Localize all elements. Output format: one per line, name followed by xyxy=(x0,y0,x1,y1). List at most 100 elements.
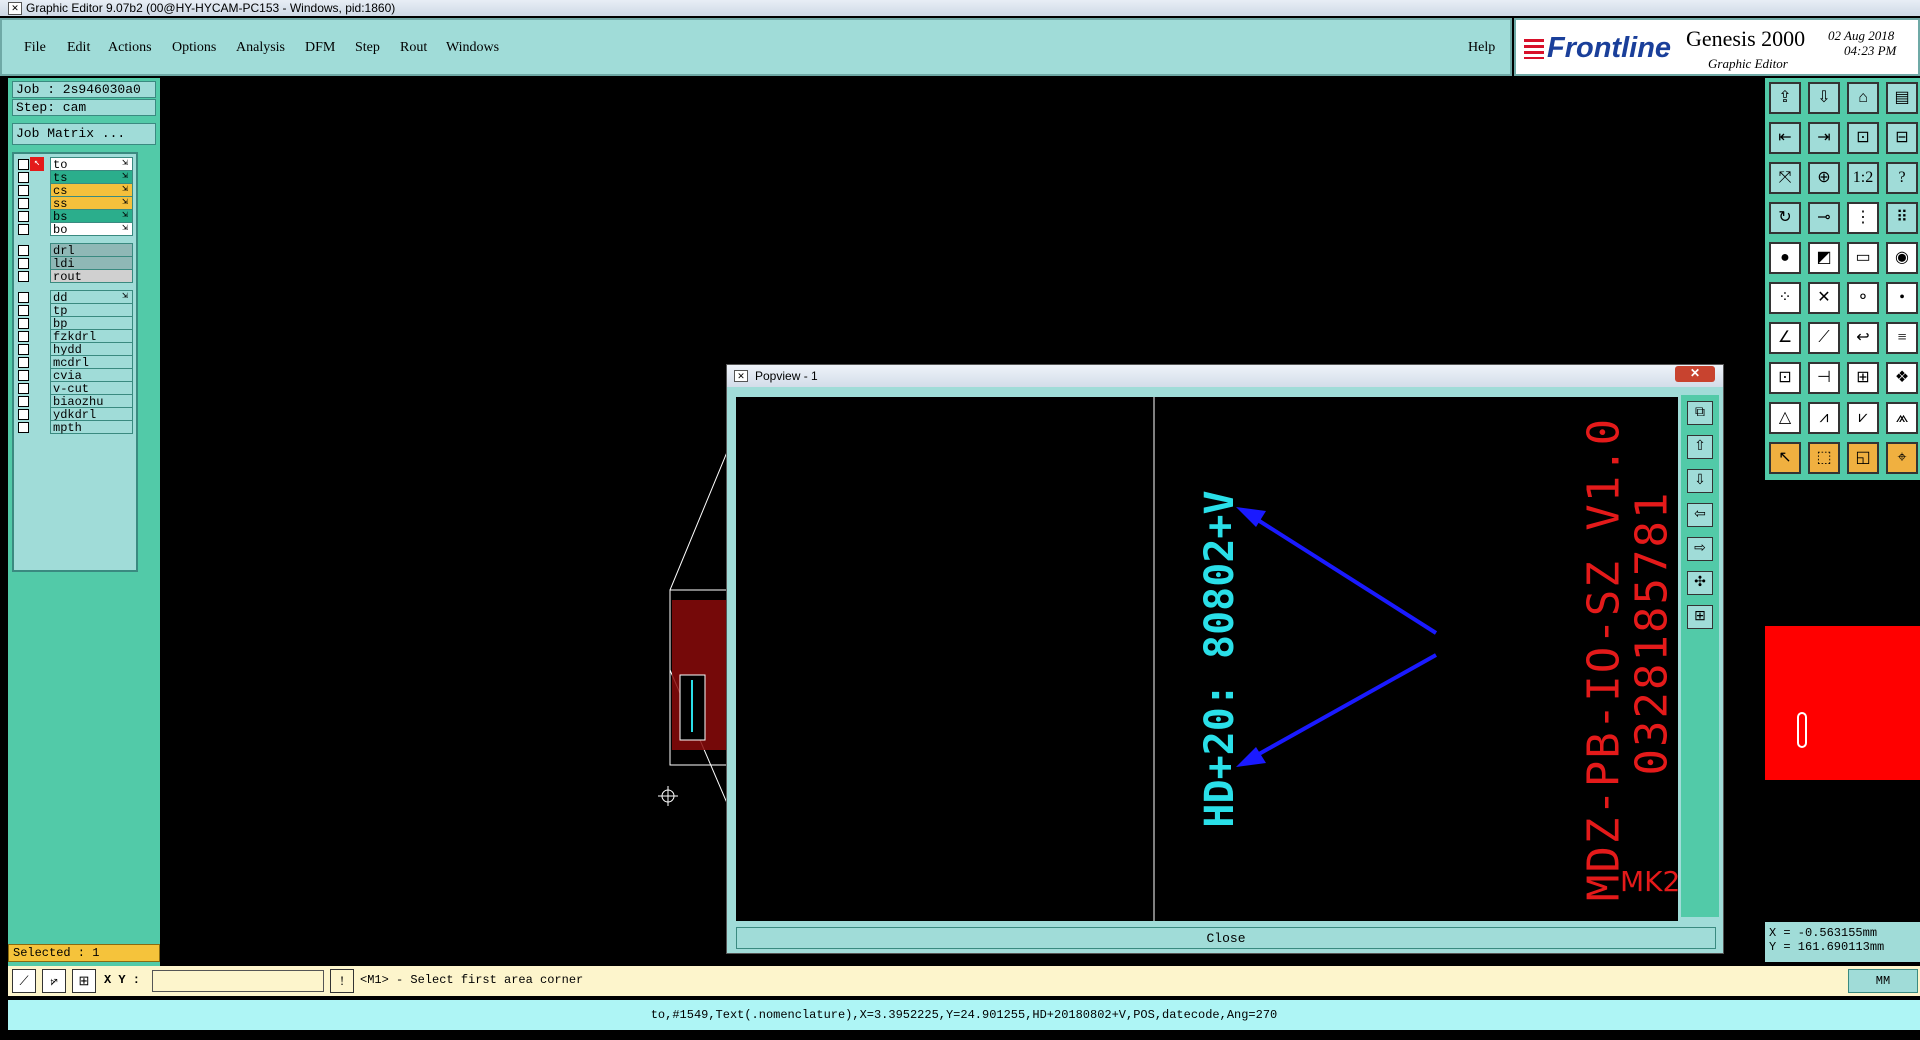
layer-name[interactable]: dd xyxy=(50,290,133,305)
table-icon[interactable]: ▤ xyxy=(1886,82,1918,114)
layer-name[interactable]: hydd xyxy=(50,342,133,357)
menu-actions[interactable]: Actions xyxy=(108,40,152,56)
popview-canvas[interactable]: HD+20: 80802+V MDZ-PB-IO-SZ V1.0 0328185… xyxy=(736,397,1678,921)
layer-name[interactable]: v-cut xyxy=(50,381,133,396)
measure-icon[interactable]: ⦬ xyxy=(42,969,66,993)
cross-icon[interactable]: ✕ xyxy=(1808,282,1840,314)
import-icon[interactable]: ⇪ xyxy=(1769,82,1801,114)
layer-checkbox[interactable] xyxy=(18,224,29,235)
layer-checkbox[interactable] xyxy=(18,211,29,222)
layer-row-rout[interactable]: rout xyxy=(14,269,136,284)
xy-input[interactable] xyxy=(152,970,324,992)
fit-icon[interactable]: ⤧ xyxy=(1769,162,1801,194)
layer-checkbox[interactable] xyxy=(18,258,29,269)
arc-icon[interactable]: ↩ xyxy=(1847,322,1879,354)
menu-dfm[interactable]: DFM xyxy=(305,40,335,56)
layer-right-icon[interactable]: ⇥ xyxy=(1808,122,1840,154)
node-icon[interactable]: ⚬ xyxy=(1847,282,1879,314)
layer-name[interactable]: tp xyxy=(50,303,133,318)
layer-checkbox[interactable] xyxy=(18,422,29,433)
trim-icon[interactable]: ⊣ xyxy=(1808,362,1840,394)
layer-checkbox[interactable] xyxy=(18,370,29,381)
layer-name[interactable]: cvia xyxy=(50,368,133,383)
layer-checkbox[interactable] xyxy=(18,292,29,303)
layer-checkbox[interactable] xyxy=(18,172,29,183)
menu-help[interactable]: Help xyxy=(1468,40,1495,56)
layer-name[interactable]: biaozhu xyxy=(50,394,133,409)
zoom-back-icon[interactable]: ⊡ xyxy=(1847,122,1879,154)
layer-name[interactable]: rout xyxy=(50,269,133,284)
menu-file[interactable]: File xyxy=(24,40,46,56)
layer-name[interactable]: ss xyxy=(50,196,133,211)
pv-pan-right-icon[interactable]: ⇨ xyxy=(1687,537,1713,561)
layer-checkbox[interactable] xyxy=(18,305,29,316)
add-pad-icon[interactable]: ● xyxy=(1769,242,1801,274)
nomenclature-text-cyan[interactable]: HD+20: 80802+V xyxy=(1197,490,1243,827)
home-icon[interactable]: ⌂ xyxy=(1847,82,1879,114)
snap-icon[interactable]: ⟋ xyxy=(12,969,36,993)
layer-row-bo[interactable]: bo ⇲ xyxy=(14,222,136,237)
pv-zoom-fit-icon[interactable]: ⊞ xyxy=(1687,605,1713,629)
select-box-icon[interactable]: ⬚ xyxy=(1808,442,1840,474)
layer-name[interactable]: ts xyxy=(50,170,133,185)
layer-name[interactable]: ldi xyxy=(50,256,133,271)
layer-checkbox[interactable] xyxy=(18,271,29,282)
move-icon[interactable]: ⊡ xyxy=(1769,362,1801,394)
layer-name[interactable]: ydkdrl xyxy=(50,407,133,422)
layer-name[interactable]: cs xyxy=(50,183,133,198)
spread-icon[interactable]: ⊞ xyxy=(1847,362,1879,394)
line-icon[interactable]: ◩ xyxy=(1808,242,1840,274)
pad-icon[interactable]: ⠿ xyxy=(1886,202,1918,234)
layer-checkbox[interactable] xyxy=(18,409,29,420)
probe-icon[interactable]: ⊸ xyxy=(1808,202,1840,234)
layer-checkbox[interactable] xyxy=(18,357,29,368)
select-poly-icon[interactable]: ◱ xyxy=(1847,442,1879,474)
exclamation-icon[interactable]: ! xyxy=(330,969,354,993)
zoom-out-icon[interactable]: ⊟ xyxy=(1886,122,1918,154)
net-icon[interactable]: ⋮ xyxy=(1847,202,1879,234)
angle-icon[interactable]: ∠ xyxy=(1769,322,1801,354)
pv-pan-up-icon[interactable]: ⇧ xyxy=(1687,435,1713,459)
export-icon[interactable]: ⇩ xyxy=(1808,82,1840,114)
units-button[interactable]: MM xyxy=(1848,969,1918,993)
triangle2-icon[interactable]: ⩘ xyxy=(1808,402,1840,434)
pv-zoom-home-icon[interactable]: ✣ xyxy=(1687,571,1713,595)
pv-pan-left-icon[interactable]: ⇦ xyxy=(1687,503,1713,527)
layer-checkbox[interactable] xyxy=(18,344,29,355)
zoom-fit-icon[interactable]: ⊕ xyxy=(1808,162,1840,194)
layer-row-mpth[interactable]: mpth xyxy=(14,420,136,435)
layer-name[interactable]: bo xyxy=(50,222,133,237)
board-graphic[interactable] xyxy=(640,440,730,820)
popview-close-icon[interactable]: ✕ xyxy=(1675,366,1715,382)
layer-name[interactable]: bp xyxy=(50,316,133,331)
layer-checkbox[interactable] xyxy=(18,318,29,329)
layer-name[interactable]: drl xyxy=(50,243,133,258)
select-icon[interactable]: ↖ xyxy=(1769,442,1801,474)
triangle3-icon[interactable]: ⩗ xyxy=(1847,402,1879,434)
triangle-icon[interactable]: △ xyxy=(1769,402,1801,434)
pv-pan-down-icon[interactable]: ⇩ xyxy=(1687,469,1713,493)
ruler-icon[interactable]: ▭ xyxy=(1847,242,1879,274)
layer-left-icon[interactable]: ⇤ xyxy=(1769,122,1801,154)
menu-analysis[interactable]: Analysis xyxy=(236,40,285,56)
layer-name[interactable]: fzkdrl xyxy=(50,329,133,344)
triangle4-icon[interactable]: ⩕ xyxy=(1886,402,1918,434)
layer-checkbox[interactable] xyxy=(18,383,29,394)
layer-name[interactable]: mpth xyxy=(50,420,133,435)
connect-icon[interactable]: ⁘ xyxy=(1769,282,1801,314)
job-matrix-button[interactable]: Job Matrix ... xyxy=(12,123,156,145)
menu-windows[interactable]: Windows xyxy=(446,40,499,56)
overview-map[interactable] xyxy=(1765,486,1920,921)
rotate-icon[interactable]: ↻ xyxy=(1769,202,1801,234)
grid-icon[interactable]: ⊞ xyxy=(72,969,96,993)
question-icon[interactable]: ? xyxy=(1886,162,1918,194)
shapes-icon[interactable]: ❖ xyxy=(1886,362,1918,394)
layer-checkbox[interactable] xyxy=(18,245,29,256)
layer-checkbox[interactable] xyxy=(18,396,29,407)
point-icon[interactable]: • xyxy=(1886,282,1918,314)
popview-close-button[interactable]: Close xyxy=(736,927,1716,949)
menu-step[interactable]: Step xyxy=(355,40,380,56)
layer-checkbox[interactable] xyxy=(18,331,29,342)
menu-options[interactable]: Options xyxy=(172,40,216,56)
layer-name[interactable]: to xyxy=(50,157,133,172)
